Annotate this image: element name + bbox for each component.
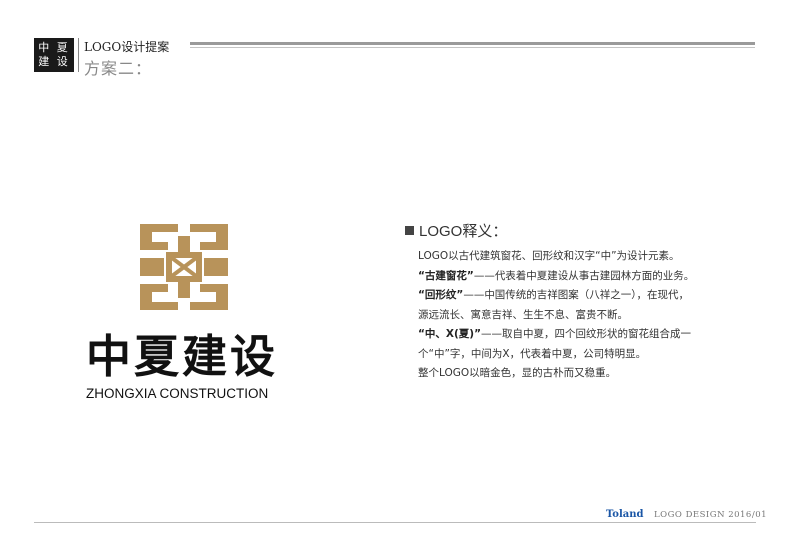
page-subtitle: 方案二： bbox=[84, 59, 153, 78]
keyword: “中、X(夏)” bbox=[418, 328, 481, 340]
description-heading: LOGO释义： bbox=[405, 220, 507, 241]
footer-text: LOGO DESIGN 2016/01 bbox=[654, 510, 768, 520]
description-line: “古建窗花”——代表着中夏建设从事古建园林方面的业务。 bbox=[418, 267, 748, 287]
page-title: LOGO设计提案 bbox=[84, 40, 170, 54]
description-line: 个“中”字，中间为X，代表着中夏，公司特明显。 bbox=[418, 347, 647, 360]
header-badge: 中 夏 建 设 bbox=[34, 38, 74, 72]
description-line: “中、X(夏)”——取自中夏，四个回纹形状的窗花组合成一 bbox=[418, 325, 748, 345]
logo-mark-icon bbox=[140, 224, 228, 310]
footer-brand-logo: Toland bbox=[606, 509, 644, 520]
badge-line-2: 建 设 bbox=[38, 55, 70, 68]
description-body: LOGO以古代建筑窗花、回形纹和汉字“中”为设计元素。 “古建窗花”——代表着中… bbox=[418, 247, 748, 384]
description-line: LOGO以古代建筑窗花、回形纹和汉字“中”为设计元素。 bbox=[418, 250, 680, 262]
header-divider bbox=[78, 38, 79, 72]
description-text: ——中国传统的吉祥图案（八祥之一），在现代， bbox=[463, 289, 690, 301]
keyword: “古建窗花” bbox=[418, 269, 474, 282]
description-line: 源远流长、寓意吉祥、生生不息、富贵不断。 bbox=[418, 308, 628, 321]
description-text: ——代表着中夏建设从事古建园林方面的业务。 bbox=[473, 269, 695, 282]
keyword: “回形纹” bbox=[418, 289, 464, 301]
description-line: “回形纹”——中国传统的吉祥图案（八祥之一），在现代， bbox=[418, 286, 748, 306]
badge-line-1: 中 夏 bbox=[38, 41, 70, 54]
description-line: 整个LOGO以暗金色，显的古朴而又稳重。 bbox=[418, 367, 617, 379]
header-rule bbox=[190, 42, 755, 45]
footer-rule bbox=[34, 522, 756, 523]
bullet-square-icon bbox=[405, 226, 414, 235]
logo-name-cn: 中夏建设 bbox=[86, 330, 279, 383]
description-text: ——取自中夏，四个回纹形状的窗花组合成一 bbox=[481, 328, 691, 340]
logo-name-en: ZHONGXIA CONSTRUCTION bbox=[86, 386, 269, 401]
header-rule-thin bbox=[190, 47, 755, 48]
logo-mark-shapes bbox=[140, 224, 228, 310]
description-heading-text: LOGO释义： bbox=[419, 223, 508, 240]
